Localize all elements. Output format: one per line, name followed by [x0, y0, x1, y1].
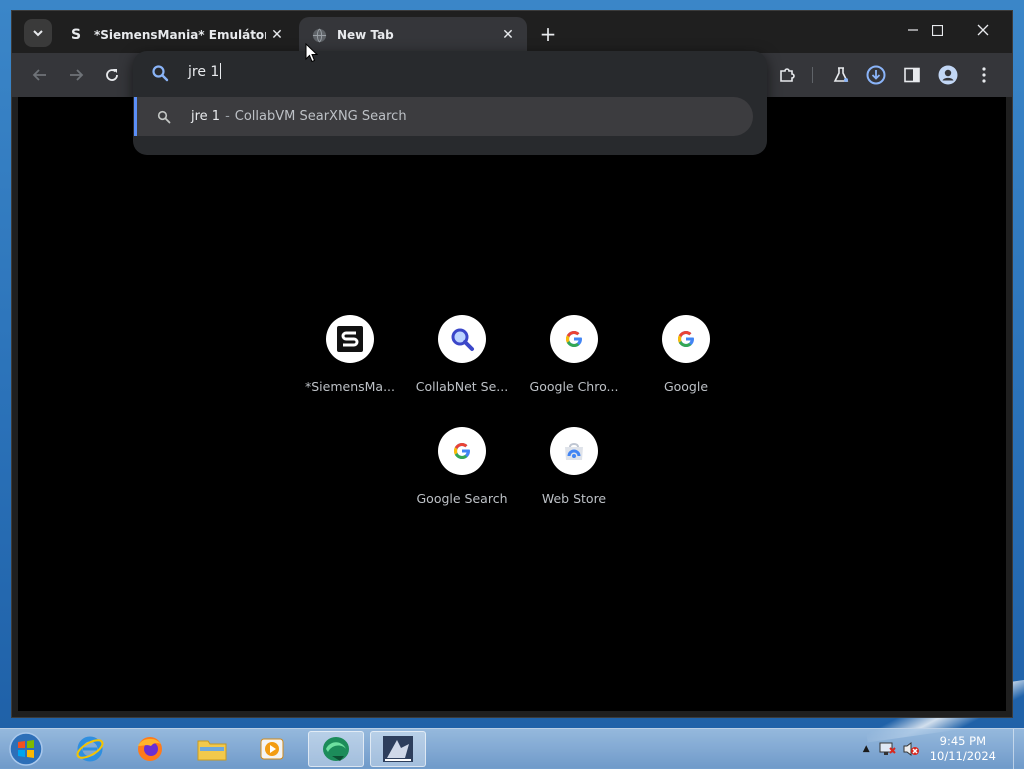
- media-player-icon: [260, 738, 284, 760]
- taskbar-collabvm-app[interactable]: [308, 731, 364, 767]
- more-vert-icon: [982, 67, 986, 83]
- text-caret: [220, 63, 222, 79]
- arrow-left-icon: [32, 69, 46, 81]
- suggestion-query: jre 1: [191, 109, 221, 124]
- chrome-window: S *SiemensMania* Emulátory ✕ New Tab ✕ +: [11, 10, 1013, 718]
- google-g-icon: [662, 315, 710, 363]
- shortcut-label: Google: [663, 379, 709, 394]
- download-icon: [866, 65, 886, 85]
- show-desktop-button[interactable]: [1013, 729, 1024, 769]
- reload-icon: [106, 69, 118, 81]
- profile-button[interactable]: [935, 62, 961, 88]
- shortcut-label: Google Chro...: [529, 379, 619, 394]
- tab-search-button[interactable]: [24, 19, 52, 47]
- maximize-icon: [931, 24, 943, 36]
- clock[interactable]: 9:45 PM 10/11/2024: [930, 734, 996, 764]
- forward-button[interactable]: [63, 62, 89, 88]
- show-hidden-icons-icon[interactable]: ▲: [863, 744, 870, 754]
- flask-icon: [833, 67, 849, 82]
- shortcut-tile[interactable]: Google Chro...: [518, 315, 630, 415]
- shortcut-tile[interactable]: Google Search: [406, 427, 518, 527]
- close-icon: [977, 24, 989, 36]
- firefox-icon: [138, 737, 162, 761]
- internet-explorer-icon: [76, 736, 104, 762]
- google-g-icon: [550, 315, 598, 363]
- shortcut-tile[interactable]: CollabNet Se...: [406, 315, 518, 415]
- back-button[interactable]: [27, 62, 53, 88]
- suggestion-row[interactable]: jre 1 - CollabVM SearXNG Search: [134, 97, 753, 136]
- siemensmania-icon: [326, 315, 374, 363]
- puzzle-icon: [780, 68, 795, 82]
- menu-button[interactable]: [971, 62, 997, 88]
- start-button[interactable]: [6, 731, 46, 767]
- collabvm-app-icon: [323, 737, 349, 761]
- tab-title: New Tab: [337, 28, 394, 42]
- address-bar[interactable]: jre 1: [133, 51, 767, 95]
- search-icon: [157, 110, 171, 123]
- new-tab-button[interactable]: +: [537, 22, 559, 46]
- labs-button[interactable]: [828, 62, 854, 88]
- taskbar-internet-explorer[interactable]: [62, 731, 118, 767]
- search-icon: [152, 65, 169, 82]
- shortcut-label: Web Store: [541, 491, 607, 506]
- file-explorer-icon: [197, 740, 227, 761]
- clock-date: 10/11/2024: [929, 749, 996, 763]
- close-tab-icon[interactable]: ✕: [266, 24, 288, 46]
- chevron-down-icon: [33, 30, 43, 37]
- taskbar-siemens-app[interactable]: [370, 731, 426, 767]
- siemens-app-icon: [383, 736, 413, 762]
- taskbar: ▲ 9:45 PM 10/11/2024: [0, 728, 1024, 769]
- shortcut-tile[interactable]: Web Store: [518, 427, 630, 527]
- shortcut-label: *SiemensMa...: [304, 379, 395, 394]
- close-tab-icon[interactable]: ✕: [497, 24, 519, 46]
- shortcut-label: CollabNet Se...: [415, 379, 509, 394]
- suggestion-engine: CollabVM SearXNG Search: [234, 109, 407, 124]
- side-panel-button[interactable]: [899, 62, 925, 88]
- arrow-right-icon: [70, 69, 84, 81]
- windows-orb-icon: [9, 732, 43, 766]
- google-g-icon: [438, 427, 486, 475]
- web-store-icon: [550, 427, 598, 475]
- extensions-button[interactable]: [774, 62, 800, 88]
- siemensmania-favicon-icon: S: [70, 27, 82, 43]
- taskbar-media-player[interactable]: [244, 731, 300, 767]
- tab-title: *SiemensMania* Emulátory: [94, 28, 266, 42]
- shortcut-label: Google Search: [416, 491, 508, 506]
- address-input[interactable]: jre 1: [188, 63, 588, 80]
- downloads-button[interactable]: [863, 62, 889, 88]
- taskbar-file-explorer[interactable]: [184, 731, 240, 767]
- shortcut-tile[interactable]: *SiemensMa...: [294, 315, 406, 415]
- toolbar-divider: [812, 67, 813, 83]
- reload-button[interactable]: [99, 62, 125, 88]
- taskbar-firefox[interactable]: [122, 731, 178, 767]
- mouse-pointer-icon: [305, 43, 318, 63]
- new-tab-page: *SiemensMa... CollabNet Se... Google Chr…: [18, 97, 1006, 711]
- suggestion-separator: -: [225, 109, 230, 124]
- maximize-button[interactable]: [914, 11, 960, 49]
- side-panel-icon: [904, 67, 920, 83]
- avatar-icon: [938, 65, 958, 85]
- omnibox-popup: jre 1 jre 1 - CollabVM SearXNG Search: [133, 51, 767, 155]
- close-window-button[interactable]: [960, 11, 1006, 49]
- globe-icon: [311, 27, 327, 43]
- shortcut-tile[interactable]: Google: [630, 315, 742, 415]
- address-input-value: jre 1: [188, 64, 220, 80]
- volume-muted-icon[interactable]: [902, 741, 920, 757]
- magnifier-icon: [438, 315, 486, 363]
- system-tray: ▲ 9:45 PM 10/11/2024: [863, 729, 1014, 769]
- clock-time: 9:45 PM: [939, 734, 987, 748]
- tab-siemensmania[interactable]: S *SiemensMania* Emulátory ✕: [56, 17, 296, 53]
- network-icon[interactable]: [878, 741, 896, 757]
- tab-new-tab[interactable]: New Tab ✕: [299, 17, 527, 53]
- title-bar: S *SiemensMania* Emulátory ✕ New Tab ✕ +: [12, 11, 1012, 53]
